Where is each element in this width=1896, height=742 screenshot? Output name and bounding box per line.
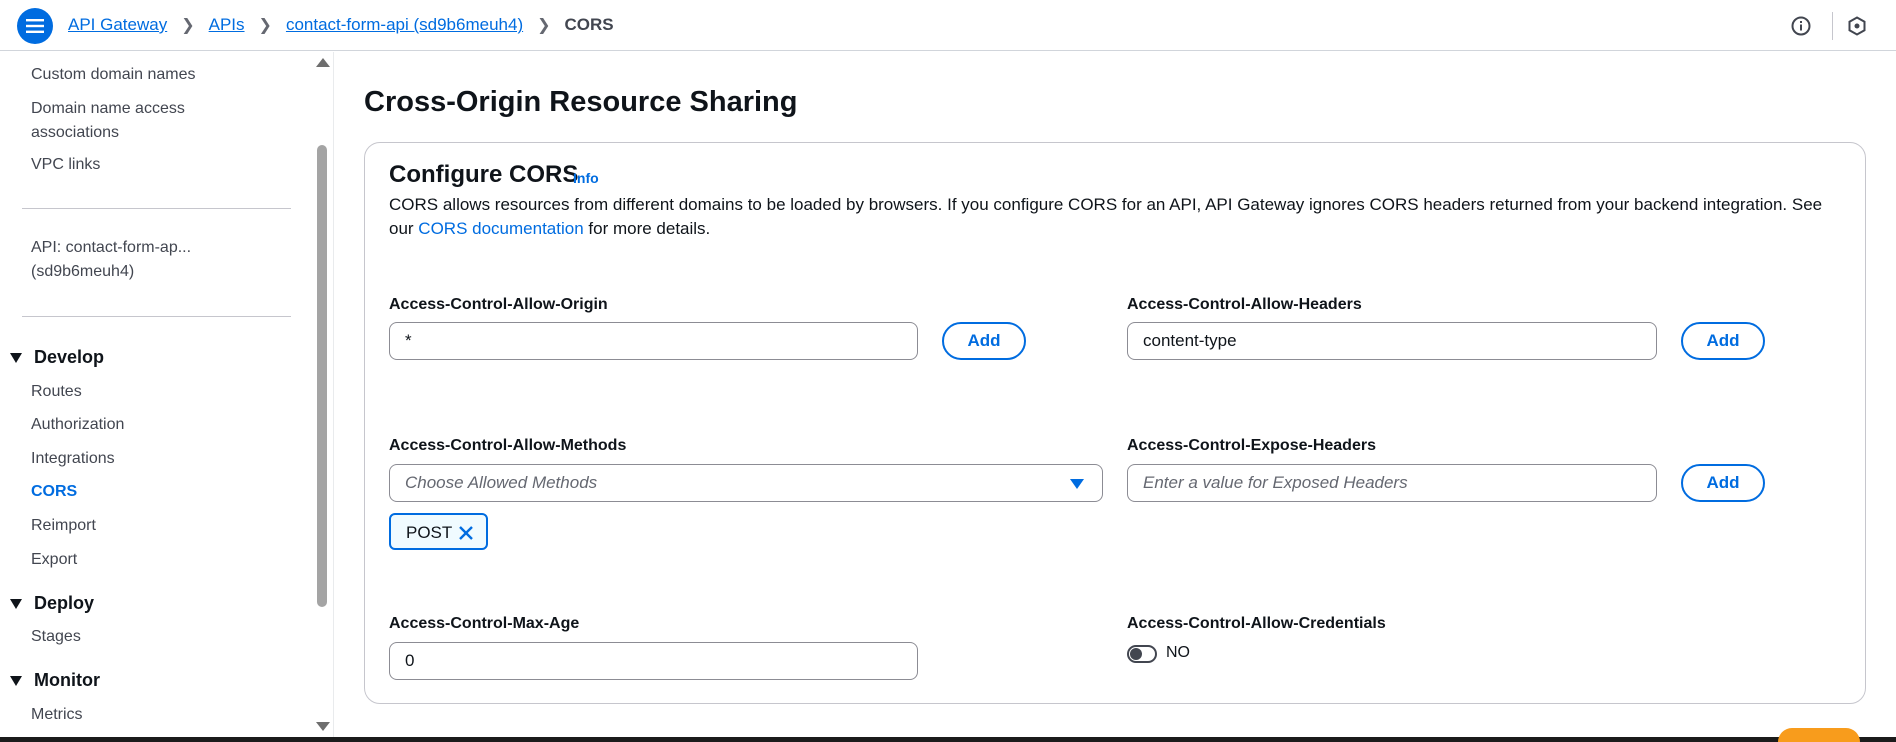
scroll-down-arrow-icon[interactable] [316, 722, 330, 731]
scroll-up-arrow-icon[interactable] [316, 58, 330, 67]
caret-down-icon [10, 598, 22, 609]
select-placeholder: Choose Allowed Methods [405, 473, 598, 492]
chevron-right-icon: ❯ [537, 17, 551, 34]
breadcrumb-api-gateway[interactable]: API Gateway [68, 15, 167, 35]
allow-credentials-label: Access-Control-Allow-Credentials [1127, 615, 1386, 632]
section-title: Monitor [34, 670, 100, 690]
sidebar-item-api[interactable]: API: contact-form-ap... (sd9b6meuh4) [31, 236, 231, 284]
toolbar-divider [1832, 12, 1833, 40]
section-title: Deploy [34, 593, 95, 613]
max-age-input[interactable]: 0 [389, 642, 918, 680]
top-navigation-bar: API Gateway ❯ APIs ❯ contact-form-api (s… [0, 0, 1896, 51]
sidebar-section-deploy[interactable]: Deploy [10, 593, 94, 614]
breadcrumb: API Gateway ❯ APIs ❯ contact-form-api (s… [68, 15, 614, 35]
chevron-right-icon: ❯ [258, 17, 272, 34]
close-icon[interactable] [458, 525, 474, 541]
cors-description: CORS allows resources from different dom… [389, 193, 1834, 241]
allow-headers-input[interactable]: content-type [1127, 322, 1657, 360]
sidebar-item-export[interactable]: Export [31, 548, 77, 572]
info-icon[interactable] [1790, 15, 1812, 37]
add-headers-button[interactable]: Add [1681, 322, 1765, 360]
chevron-right-icon: ❯ [181, 17, 195, 34]
side-navigation: Custom domain names Domain name access a… [0, 52, 310, 742]
sidebar-item-reimport[interactable]: Reimport [31, 514, 96, 538]
caret-down-icon [10, 675, 22, 686]
allow-methods-label: Access-Control-Allow-Methods [389, 437, 627, 454]
sidebar-item-stages[interactable]: Stages [31, 625, 81, 649]
sidebar-section-develop[interactable]: Develop [10, 347, 104, 368]
sidebar-item-domain-name-access[interactable]: Domain name access associations [31, 97, 231, 145]
sidebar-item-integrations[interactable]: Integrations [31, 447, 115, 471]
sidebar-item-cors[interactable]: CORS [31, 480, 77, 504]
allow-credentials-toggle[interactable] [1127, 645, 1157, 663]
expose-headers-label: Access-Control-Expose-Headers [1127, 437, 1376, 454]
cors-documentation-link[interactable]: CORS documentation [418, 219, 583, 238]
sidebar-divider [22, 208, 291, 209]
caret-down-icon [1070, 479, 1084, 489]
menu-button[interactable] [17, 8, 53, 44]
max-age-label: Access-Control-Max-Age [389, 615, 580, 632]
allow-origin-label: Access-Control-Allow-Origin [389, 296, 608, 313]
allow-methods-select[interactable]: Choose Allowed Methods [389, 464, 1103, 502]
sidebar-divider [22, 316, 291, 317]
expose-headers-input[interactable]: Enter a value for Exposed Headers [1127, 464, 1657, 502]
section-title: Develop [34, 347, 105, 367]
sidebar-item-metrics[interactable]: Metrics [31, 703, 83, 727]
sidebar-item-routes[interactable]: Routes [31, 380, 82, 404]
toggle-knob [1130, 648, 1142, 660]
settings-hex-icon[interactable] [1846, 15, 1868, 37]
token-label: POST [406, 523, 453, 542]
method-token-post: POST [389, 513, 488, 550]
description-text: for more details. [583, 219, 711, 238]
partially-visible-button[interactable] [1778, 728, 1860, 742]
sidebar-item-authorization[interactable]: Authorization [31, 413, 124, 437]
allow-credentials-state: NO [1166, 644, 1190, 661]
hamburger-icon [26, 19, 44, 33]
allow-headers-label: Access-Control-Allow-Headers [1127, 296, 1362, 313]
breadcrumb-api[interactable]: contact-form-api (sd9b6meuh4) [286, 15, 523, 35]
sidebar-item-custom-domain-names[interactable]: Custom domain names [31, 63, 196, 87]
breadcrumb-apis[interactable]: APIs [209, 15, 245, 35]
add-expose-headers-button[interactable]: Add [1681, 464, 1765, 502]
allow-origin-input[interactable]: * [389, 322, 918, 360]
breadcrumb-current: CORS [564, 15, 614, 34]
panel-title: Configure CORS [389, 161, 579, 188]
caret-down-icon [10, 352, 22, 363]
sidebar-scroll-thumb[interactable] [317, 145, 327, 607]
info-link[interactable]: Info [573, 170, 599, 186]
add-origin-button[interactable]: Add [942, 322, 1026, 360]
content-divider [333, 52, 334, 742]
bottom-bar [0, 737, 1896, 742]
sidebar-item-vpc-links[interactable]: VPC links [31, 153, 100, 177]
sidebar-section-monitor[interactable]: Monitor [10, 670, 100, 691]
page-title: Cross-Origin Resource Sharing [364, 86, 798, 118]
